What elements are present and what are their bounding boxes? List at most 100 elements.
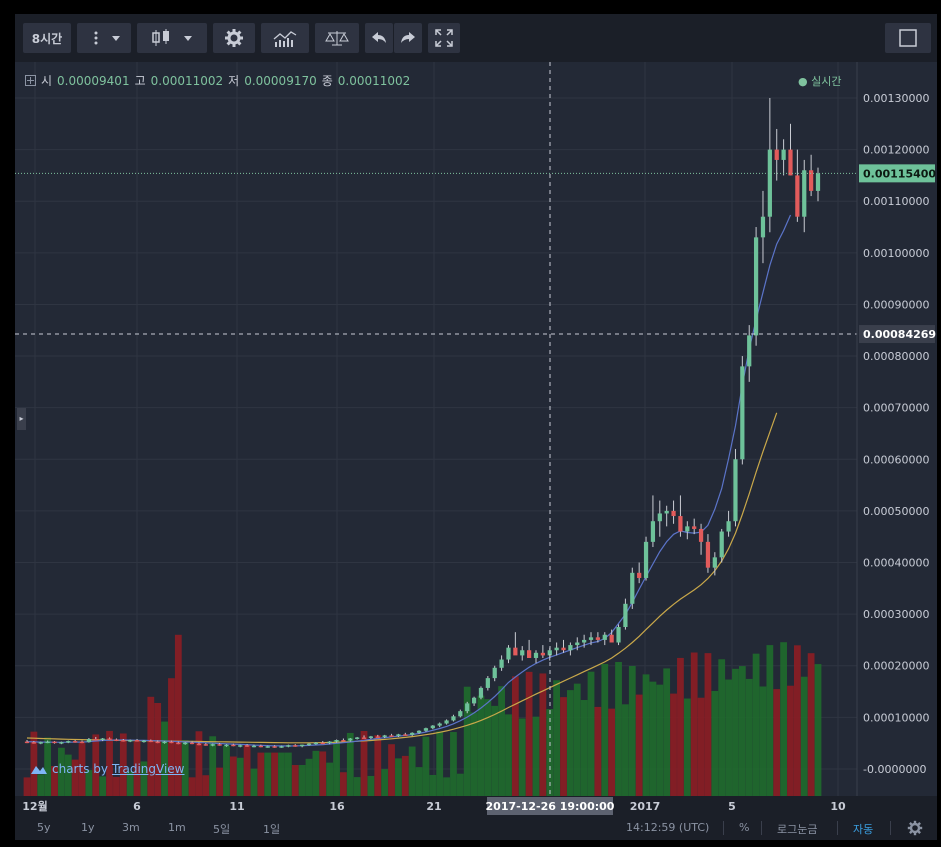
candle-body [506, 647, 511, 660]
y-tick-label: 0.00060000 [863, 453, 929, 466]
candle-body [802, 170, 807, 217]
volume-bar [312, 750, 320, 796]
candle-body [678, 516, 683, 532]
layout-button[interactable] [885, 23, 931, 53]
drawing-panel-toggle[interactable]: ▸ [17, 408, 26, 430]
candle-body [444, 720, 449, 724]
candle-body [368, 736, 374, 738]
volume-bar [560, 697, 567, 796]
price-chart[interactable]: 0.00130000 0.00120000 0.00110000 0.00100000… [15, 62, 937, 816]
candle-body [134, 740, 140, 742]
expand-icon[interactable] [25, 75, 36, 86]
y-tick-label: 0.00050000 [863, 505, 929, 518]
toolbar: 8시간 [15, 14, 937, 63]
candle-body [410, 732, 415, 735]
volume-bar [278, 752, 285, 796]
volume-bar [456, 773, 464, 796]
volume-bar [573, 683, 581, 796]
chart-settings-button[interactable] [907, 820, 923, 839]
y-tick-label: 0.00030000 [863, 608, 929, 621]
x-tick-label: 10 [830, 800, 846, 813]
volume-bar [697, 697, 705, 796]
volume-bar [374, 735, 382, 796]
volume-bar [381, 769, 389, 796]
candle-body [712, 557, 717, 568]
candle-body [788, 149, 793, 176]
auto-scale-toggle[interactable]: 자동 [853, 821, 873, 837]
volume-bar [656, 684, 664, 796]
percent-toggle[interactable]: % [739, 821, 749, 834]
volume-bar [738, 666, 746, 796]
volume-bar [580, 700, 588, 796]
candle-body [148, 740, 153, 743]
volume-bar [787, 685, 794, 796]
candle-body [66, 741, 71, 743]
close-label: 종 [321, 74, 333, 88]
volume-bar [298, 765, 306, 796]
volume-bar [99, 776, 107, 796]
log-scale-toggle[interactable]: 로그눈금 [777, 821, 817, 837]
volume-bar [628, 665, 636, 796]
chart-area[interactable]: 0.00130000 0.00120000 0.00110000 0.00100000… [15, 62, 937, 816]
candle-body [59, 742, 64, 744]
x-tick-label: 16 [329, 800, 345, 813]
indicators-button[interactable] [261, 23, 309, 53]
square-icon [899, 29, 917, 47]
undo-button[interactable] [365, 23, 393, 53]
bottom-bar: 5y 1y 3m 1m 5일 1일 14:12:59 (UTC) % 로그눈금 … [15, 816, 937, 840]
candle-body [451, 716, 456, 721]
x-tick-label: 11 [229, 800, 244, 813]
candle-body [478, 687, 484, 698]
branding-brand[interactable]: TradingView [112, 762, 185, 776]
interval-button[interactable]: 8시간 [23, 23, 71, 53]
y-tick-label: 0.00040000 [863, 557, 929, 570]
candle-body [540, 652, 545, 656]
volume-bar [635, 694, 643, 796]
candle-body [128, 740, 133, 742]
candle-body [595, 637, 601, 640]
volume-bar [732, 668, 739, 796]
candle-body [643, 541, 649, 578]
candle-body [320, 742, 325, 745]
range-3m[interactable]: 3m [122, 821, 140, 834]
range-1d[interactable]: 1일 [263, 821, 280, 837]
candle-body [286, 745, 291, 747]
range-1y[interactable]: 1y [81, 821, 95, 834]
volume-bar [622, 704, 629, 796]
fullscreen-button[interactable] [428, 23, 460, 53]
compare-button[interactable] [315, 23, 359, 53]
candle-body [753, 237, 759, 336]
interval-menu-button[interactable] [77, 23, 131, 53]
chart-style-button[interactable] [137, 23, 207, 53]
redo-button[interactable] [394, 23, 422, 53]
candle-body [650, 521, 656, 542]
indicators-icon [273, 31, 297, 47]
range-5d[interactable]: 5일 [213, 821, 230, 837]
candle-body [485, 678, 490, 688]
candle-body [306, 743, 312, 746]
volume-bar [291, 765, 299, 796]
tradingview-branding[interactable]: charts by TradingView [30, 762, 185, 776]
open-value: 0.00009401 [57, 73, 130, 88]
candle-body [416, 730, 422, 733]
volume-bar [113, 776, 120, 796]
candle-body [637, 572, 642, 578]
y-tick-label: 0.00080000 [863, 350, 929, 363]
range-5y[interactable]: 5y [37, 821, 51, 834]
volume-bar [745, 678, 753, 796]
volume-bar [484, 699, 492, 796]
settings-button[interactable] [213, 23, 255, 53]
range-1m[interactable]: 1m [168, 821, 186, 834]
volume-bar [759, 686, 767, 796]
volume-bar [319, 751, 327, 796]
candle-body [396, 734, 401, 736]
volume-bar [264, 752, 272, 796]
volume-bar [223, 745, 230, 796]
candle-body [389, 735, 394, 737]
candle-body [203, 744, 208, 746]
volume-bar [615, 661, 622, 796]
volume-bar [284, 752, 292, 796]
high-label: 고 [134, 74, 146, 88]
candle-body [609, 634, 614, 643]
volume-bar [271, 752, 278, 796]
